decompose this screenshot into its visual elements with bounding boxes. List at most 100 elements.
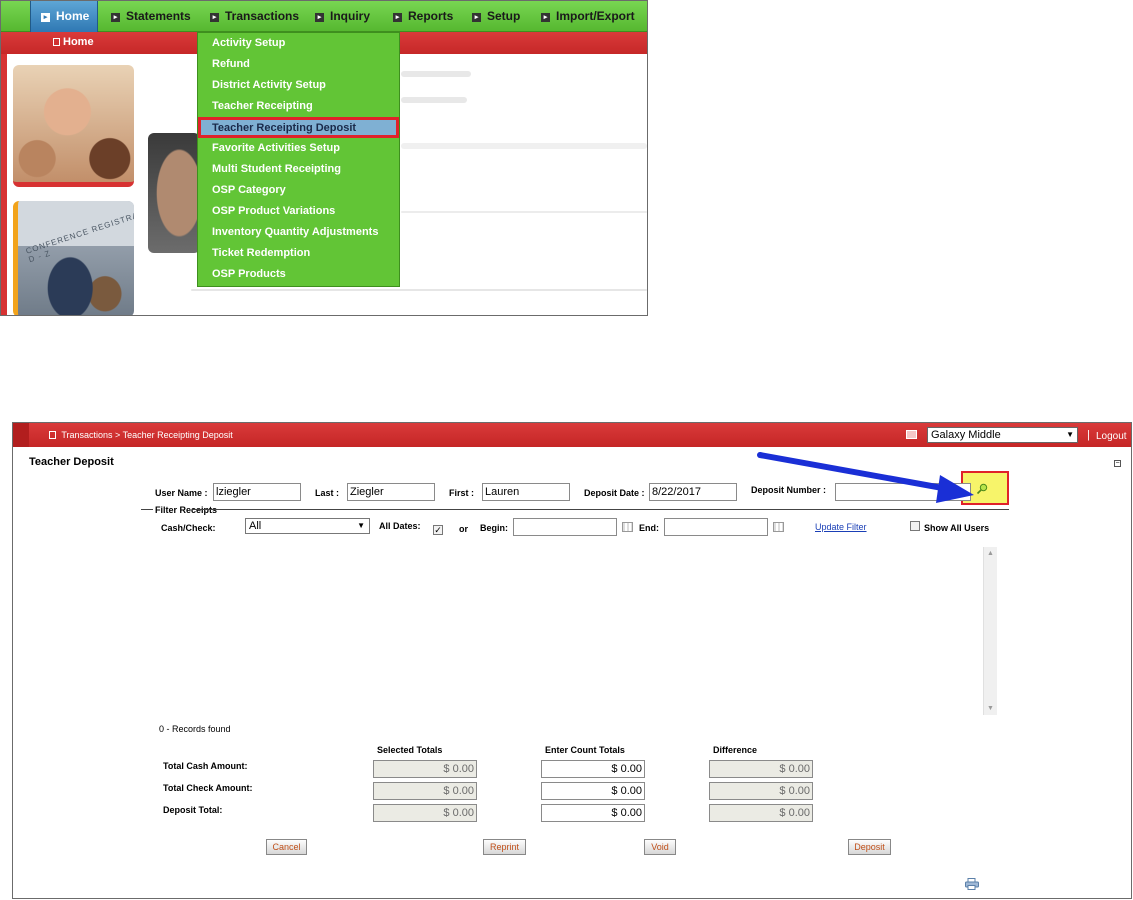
cash-check-label: Cash/Check: [161,523,216,533]
last-name-label: Last : [315,488,340,498]
breadcrumb[interactable]: Home [53,36,94,48]
menu-item-favorite-activities-setup[interactable]: Favorite Activities Setup [198,138,399,159]
breadcrumb-arrow-icon [49,431,56,439]
nav-statements[interactable]: ▸ Statements [111,1,191,32]
difference-deposit-total: $ 0.00 [709,804,813,822]
nav-setup[interactable]: ▸ Setup [472,1,520,32]
nav-reports[interactable]: ▸ Reports [393,1,453,32]
print-icon[interactable] [965,878,979,890]
nav-arrow-icon: ▸ [111,13,120,22]
top-navigation-bar: ▸ Home ▸ Statements ▸ Transactions ▸ Inquiry… [1,1,647,32]
transactions-dropdown-menu: Activity Setup Refund District Activity Se… [197,32,400,287]
receipts-scrollbar[interactable]: ▲ ▼ [983,547,997,715]
chevron-down-icon: ▼ [357,521,365,530]
deposit-date-label: Deposit Date : [584,488,645,498]
nav-arrow-icon: ▸ [393,13,402,22]
menu-item-district-activity-setup[interactable]: District Activity Setup [198,75,399,96]
selected-totals-header: Selected Totals [377,745,443,755]
menu-item-refund[interactable]: Refund [198,54,399,75]
scroll-down-icon[interactable]: ▼ [987,705,994,712]
menu-item-teacher-receipting[interactable]: Teacher Receipting [198,96,399,117]
menu-item-osp-product-variations[interactable]: OSP Product Variations [198,201,399,222]
menu-item-inventory-quantity-adjustments[interactable]: Inventory Quantity Adjustments [198,222,399,243]
nav-transactions[interactable]: ▸ Transactions [210,1,299,32]
enter-count-totals-header: Enter Count Totals [545,745,625,755]
scroll-up-icon[interactable]: ▲ [987,550,994,557]
calendar-icon[interactable] [773,522,784,532]
calendar-icon[interactable] [622,522,633,532]
annotation-arrow [757,452,974,503]
nav-arrow-icon: ▸ [210,13,219,22]
difference-header: Difference [713,745,758,755]
menu-item-activity-setup[interactable]: Activity Setup [198,33,399,54]
filter-divider [193,509,1009,510]
nav-arrow-icon: ▸ [41,13,50,22]
enter-deposit-total[interactable]: $ 0.00 [541,804,645,822]
nav-inquiry[interactable]: ▸ Inquiry [315,1,370,32]
last-name-field[interactable]: Ziegler [347,483,435,501]
filter-divider [141,509,153,510]
deposit-date-field[interactable]: 8/22/2017 [649,483,737,501]
void-button[interactable]: Void [644,839,676,855]
filter-receipts-legend: Filter Receipts [155,505,218,515]
breadcrumb-separator: > [115,430,121,440]
school-select[interactable]: Galaxy Middle ▼ [927,427,1078,443]
menu-item-ticket-redemption[interactable]: Ticket Redemption [198,243,399,264]
school-icon [906,430,917,439]
all-dates-label: All Dates: [379,521,421,531]
show-all-users-checkbox[interactable] [910,521,920,531]
difference-cash-amount: $ 0.00 [709,760,813,778]
children-photo [13,65,134,187]
receipts-list [143,547,997,715]
chevron-down-icon: ▼ [1066,430,1074,439]
first-name-label: First : [449,488,475,498]
blurred-content [401,143,647,149]
enter-check-amount[interactable]: $ 0.00 [541,782,645,800]
breadcrumb-transactions[interactable]: Transactions [61,430,112,440]
nav-home[interactable]: ▸ Home [30,1,98,32]
menu-screenshot: ▸ Home ▸ Statements ▸ Transactions ▸ Inquiry… [0,0,648,316]
menu-item-osp-products[interactable]: OSP Products [198,264,399,285]
end-date-field[interactable] [664,518,768,536]
conference-registration-photo: CONFERENCE REGISTRATION D - Z [13,201,134,315]
cancel-button[interactable]: Cancel [266,839,307,855]
collapse-icon[interactable]: − [1114,460,1121,467]
begin-date-field[interactable] [513,518,617,536]
records-found-count: 0 - Records found [159,724,231,734]
keyboard-photo [148,133,200,253]
all-dates-checkbox[interactable]: ✓ [433,525,443,535]
cash-check-select[interactable]: All ▼ [245,518,370,534]
difference-check-amount: $ 0.00 [709,782,813,800]
menu-item-osp-category[interactable]: OSP Category [198,180,399,201]
blurred-content [191,289,647,291]
nav-arrow-icon: ▸ [541,13,550,22]
update-filter-link[interactable]: Update Filter [815,522,867,532]
breadcrumb: Transactions > Teacher Receipting Deposi… [49,430,233,440]
nav-import-export[interactable]: ▸ Import/Export [541,1,635,32]
photo-sign-text: CONFERENCE REGISTRATION D - Z [24,203,134,265]
breadcrumb-arrow-icon [53,38,60,46]
breadcrumb-current: Teacher Receipting Deposit [122,430,233,440]
selected-deposit-total: $ 0.00 [373,804,477,822]
total-check-label: Total Check Amount: [163,783,253,793]
header-separator: | [1087,429,1090,441]
nav-arrow-icon: ▸ [315,13,324,22]
nav-arrow-icon: ▸ [472,13,481,22]
show-all-users-label: Show All Users [924,523,990,533]
header-left-stripe [13,423,29,447]
first-name-field[interactable]: Lauren [482,483,570,501]
teacher-deposit-screenshot: Transactions > Teacher Receipting Deposi… [12,422,1132,899]
blurred-content [401,71,471,77]
menu-item-multi-student-receipting[interactable]: Multi Student Receipting [198,159,399,180]
user-name-field[interactable]: lziegler [213,483,301,501]
page-title: Teacher Deposit [29,456,114,468]
total-cash-label: Total Cash Amount: [163,761,248,771]
enter-cash-amount[interactable]: $ 0.00 [541,760,645,778]
logout-link[interactable]: Logout [1096,431,1127,442]
user-name-label: User Name : [155,488,208,498]
deposit-total-label: Deposit Total: [163,805,223,815]
menu-item-teacher-receipting-deposit[interactable]: Teacher Receipting Deposit [198,117,399,138]
selected-cash-amount: $ 0.00 [373,760,477,778]
reprint-button[interactable]: Reprint [483,839,526,855]
deposit-button[interactable]: Deposit [848,839,891,855]
